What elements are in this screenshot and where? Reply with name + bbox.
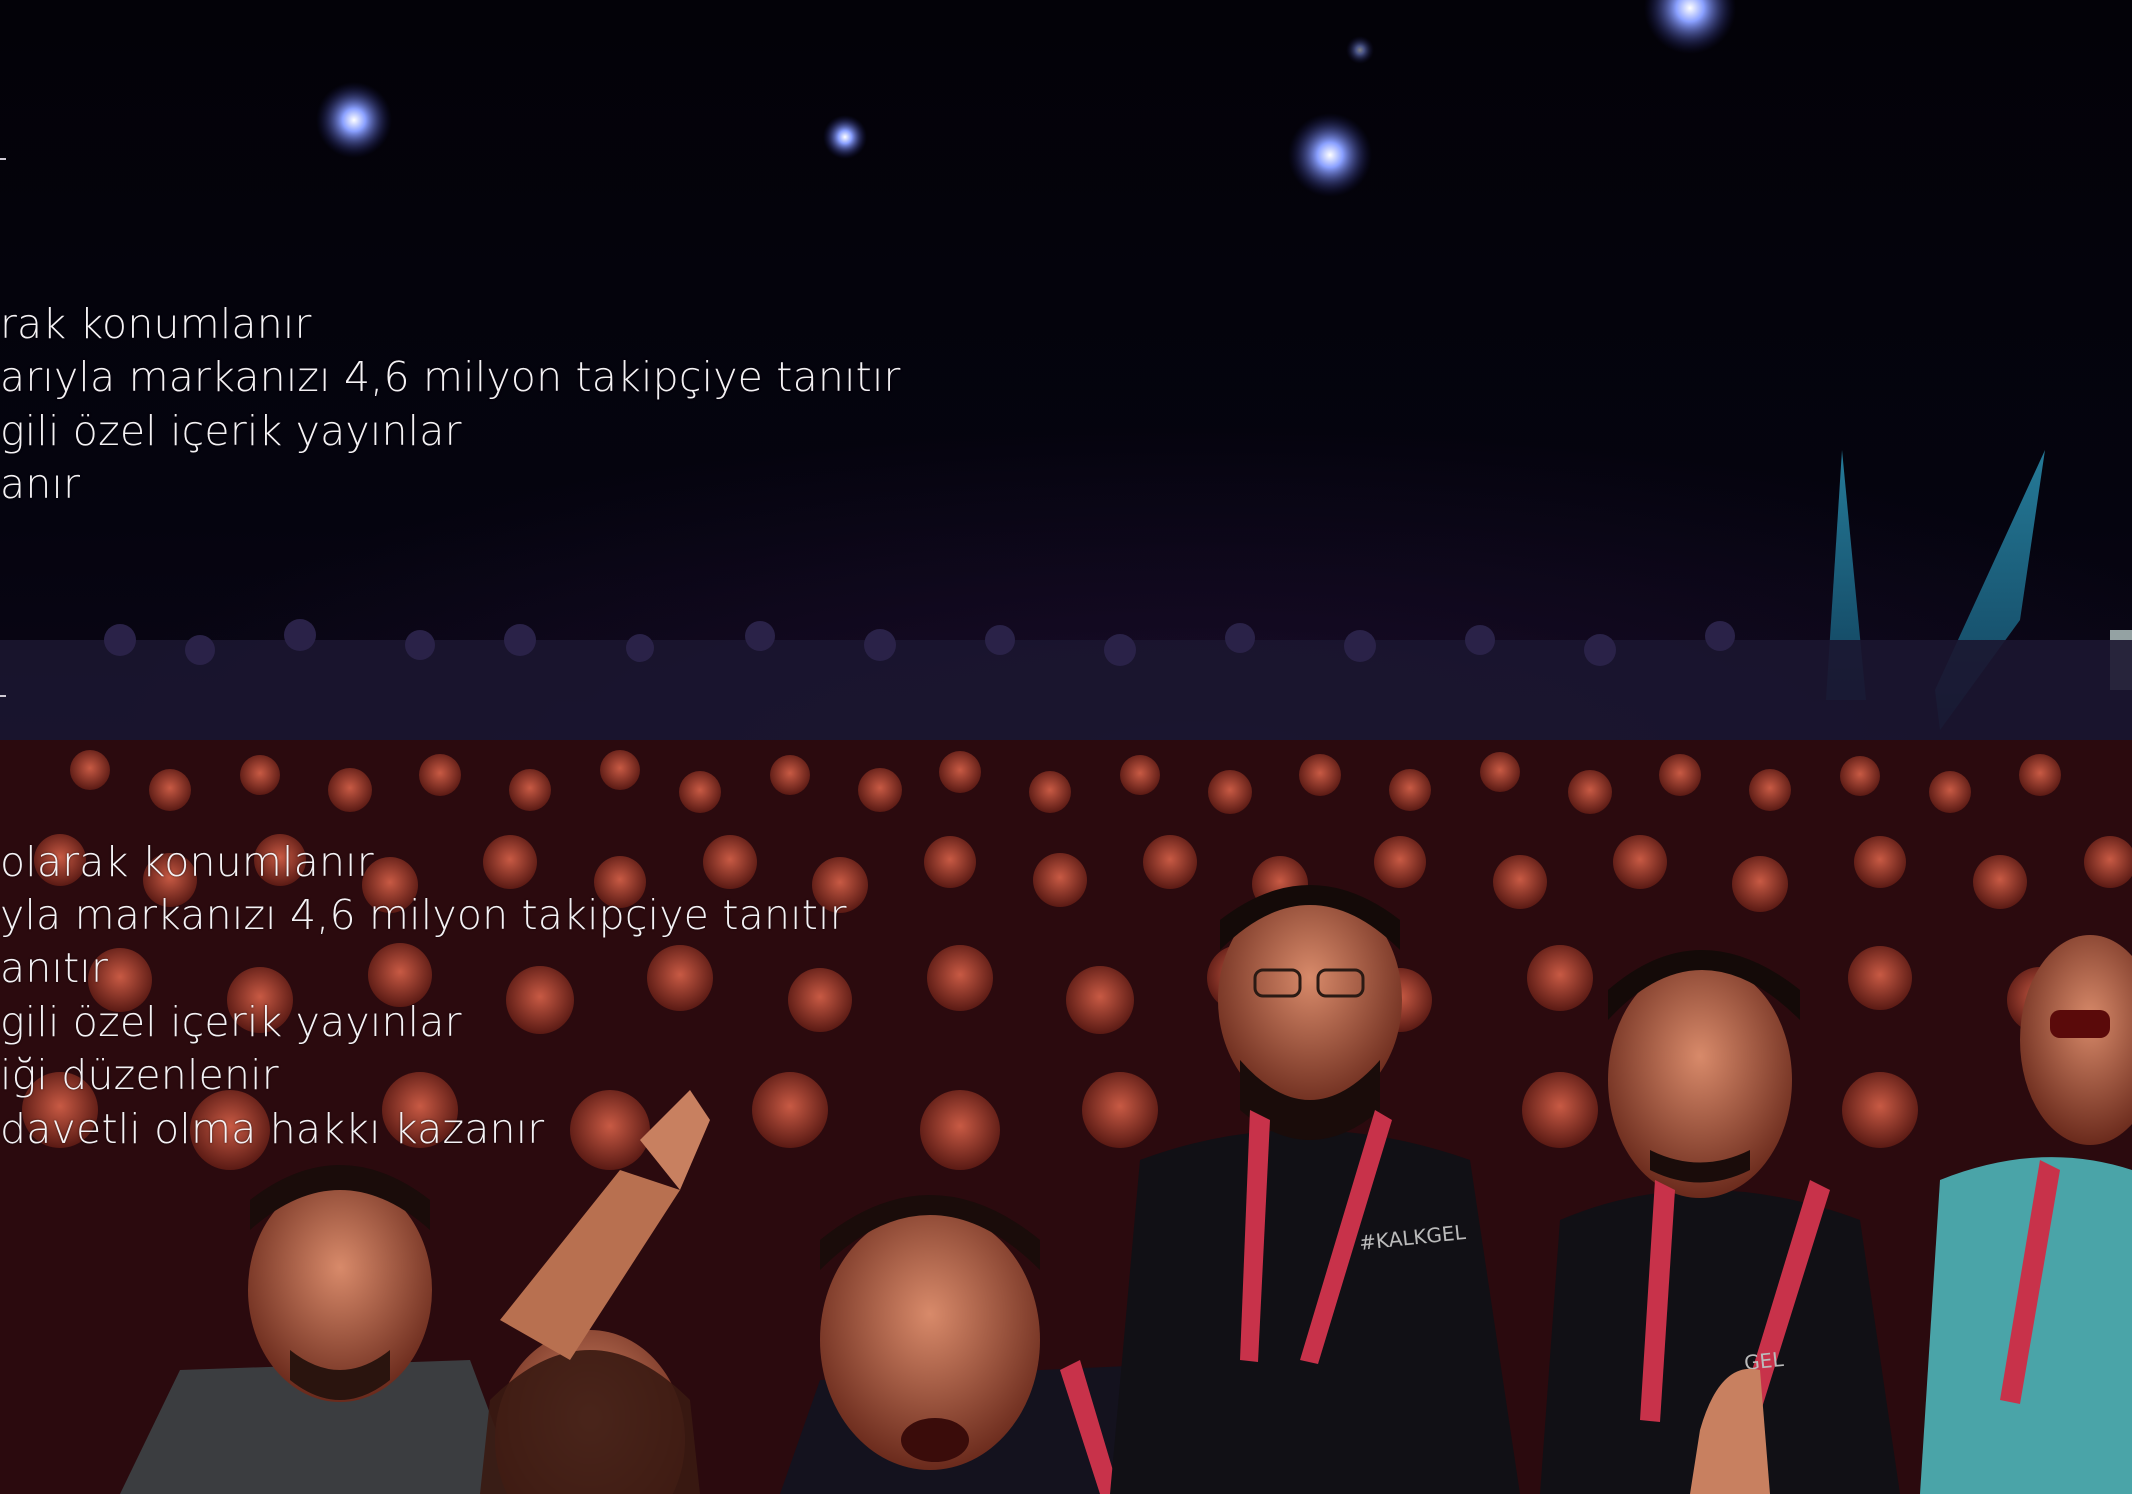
list-item: yla markanızı 4,6 milyon takipçiye tanıt… xyxy=(0,891,847,939)
list-item: anır xyxy=(0,460,81,508)
crowd-photo-background: #KALKGEL GEL rak konumlanır arıyla marka… xyxy=(0,0,2132,1494)
list-marker xyxy=(0,158,6,160)
list-marker xyxy=(0,695,6,697)
list-item: arıyla markanızı 4,6 milyon takipçiye ta… xyxy=(0,353,901,401)
list-item: anıtır xyxy=(0,944,109,992)
list-item: gili özel içerik yayınlar xyxy=(0,998,462,1046)
list-item: rak konumlanır xyxy=(0,300,312,348)
bullet-text-overlay: rak konumlanır arıyla markanızı 4,6 mily… xyxy=(0,0,2132,1494)
list-item: iği düzenlenir xyxy=(0,1051,279,1099)
list-item: davetli olma hakkı kazanır xyxy=(0,1105,545,1153)
list-item: olarak konumlanır xyxy=(0,838,374,886)
list-item: gili özel içerik yayınlar xyxy=(0,407,462,455)
